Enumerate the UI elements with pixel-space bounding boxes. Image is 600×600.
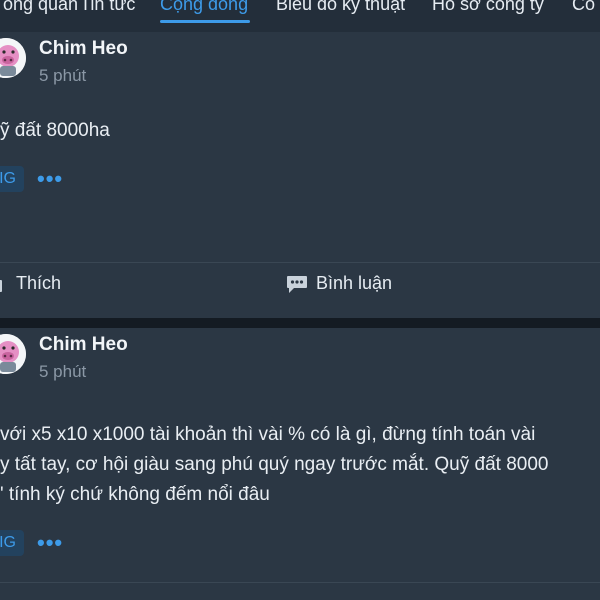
tab-bar: Tổng quan Tin tức Cộng đồng Biểu đồ kỹ t… xyxy=(0,0,600,33)
avatar[interactable] xyxy=(0,334,26,374)
tab-news[interactable]: Tin tức xyxy=(80,0,135,23)
comment-label: Bình luận xyxy=(316,273,393,293)
divider xyxy=(0,262,600,263)
post-text-line: y tất tay, cơ hội giàu sang phú quý ngay… xyxy=(0,454,549,475)
tab-technical-chart[interactable]: Biểu đồ kỹ thuật xyxy=(276,0,405,23)
tab-more[interactable]: Cổ xyxy=(572,0,595,23)
post-text-line: với x5 x10 x1000 tài khoản thì vài % có … xyxy=(0,424,536,445)
pig-avatar-icon xyxy=(0,38,26,78)
post-time: 5 phút xyxy=(39,66,87,85)
author-name[interactable]: Chim Heo xyxy=(39,334,128,356)
divider xyxy=(0,582,600,583)
active-tab-indicator xyxy=(160,20,250,23)
post-card: Chim Heo 5 phút với x5 x10 x1000 tài kho… xyxy=(0,328,600,600)
tab-company-profile[interactable]: Hồ sơ công ty xyxy=(432,0,544,23)
post-text-line: ' tính ký chứ không đếm nổi đâu xyxy=(0,484,270,505)
author-name[interactable]: Chim Heo xyxy=(39,38,128,60)
stock-tag[interactable]: IG xyxy=(0,166,24,192)
post-card: Chim Heo 5 phút ỹ đất 8000ha IG ••• Thíc… xyxy=(0,32,600,318)
community-feed: Tổng quan Tin tức Cộng đồng Biểu đồ kỹ t… xyxy=(0,0,600,600)
like-button[interactable]: Thích xyxy=(0,273,61,294)
avatar[interactable] xyxy=(0,38,26,78)
comment-icon xyxy=(287,275,307,293)
post-time: 5 phút xyxy=(39,362,87,381)
stock-tag[interactable]: IG xyxy=(0,530,24,556)
like-label: Thích xyxy=(16,273,62,293)
more-options-icon[interactable]: ••• xyxy=(37,166,63,192)
tab-overview[interactable]: Tổng quan xyxy=(0,0,78,23)
post-separator xyxy=(0,318,600,328)
post-text-line: ỹ đất 8000ha xyxy=(0,120,110,141)
thumbs-up-icon xyxy=(0,279,2,292)
comment-button[interactable]: Bình luận xyxy=(286,273,392,294)
pig-avatar-icon xyxy=(0,334,26,374)
more-options-icon[interactable]: ••• xyxy=(37,530,63,556)
